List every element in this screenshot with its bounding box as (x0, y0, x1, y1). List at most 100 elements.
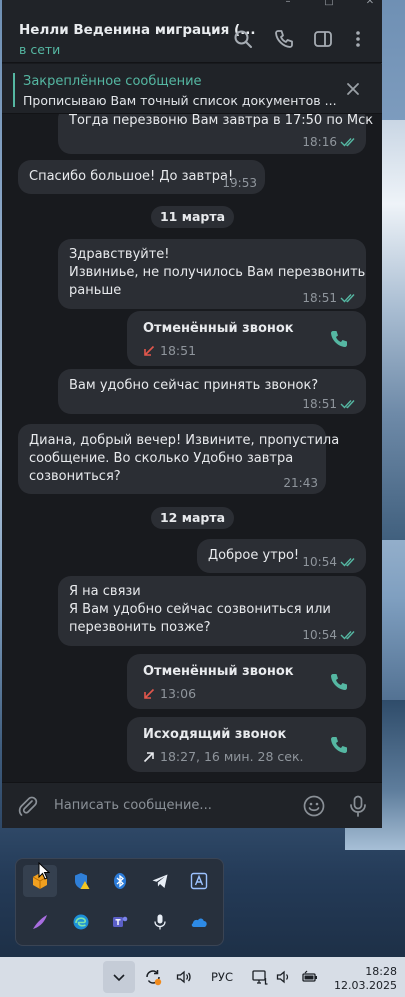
shield-warning-icon[interactable] (64, 865, 98, 897)
message-meta: 18:51 (302, 395, 358, 414)
message-bubble[interactable]: Доброе утро! 10:54 (197, 539, 366, 573)
more-icon[interactable] (347, 28, 369, 50)
speaker-icon[interactable] (272, 957, 296, 997)
outgoing-call-arrow-icon (143, 752, 154, 763)
message-meta: 18:51 (302, 289, 358, 308)
pinned-message[interactable]: Закреплённое сообщение Прописываю Вам то… (2, 64, 382, 114)
call-meta: 18:51 (143, 342, 196, 361)
minimize-icon[interactable]: – (282, 0, 294, 8)
phone-icon[interactable] (273, 28, 295, 50)
call-title: Отменённый звонок (143, 321, 294, 336)
taskbar: РУС 18:28 12.03.2025 (0, 957, 405, 997)
call-title: Исходящий звонок (143, 727, 287, 742)
sync-status-icon[interactable] (140, 957, 166, 997)
message-bubble[interactable]: Диана, добрый вечер! Извините, пропустил… (18, 424, 339, 494)
taskbar-clock[interactable]: 18:28 12.03.2025 (334, 965, 397, 993)
call-bubble[interactable]: Исходящий звонок 18:27, 16 мин. 28 сек. (127, 717, 366, 772)
date-separator: 12 марта (151, 507, 234, 529)
network-icon[interactable] (248, 957, 272, 997)
message-text: Спасибо большое! До завтра! (29, 169, 234, 184)
message-text: сообщение. Во сколько Удобно завтра (29, 451, 294, 466)
call-bubble[interactable]: Отменённый звонок 18:51 (127, 311, 366, 366)
call-title: Отменённый звонок (143, 664, 294, 679)
onedrive-icon[interactable] (182, 906, 216, 938)
message-time: 18:51 (302, 291, 337, 305)
message-input[interactable]: Написать сообщение... (54, 798, 212, 813)
chat-title[interactable]: Нелли Веденина миграция (... (19, 22, 256, 38)
volume-icon[interactable] (171, 957, 197, 997)
message-text: Извиниье, не получилось Вам перезвонить (69, 265, 366, 280)
chat-header: Нелли Веденина миграция (... в сети (2, 8, 382, 63)
sidebar-toggle-icon[interactable] (312, 28, 334, 50)
message-bubble[interactable]: Здравствуйте! Извиниье, не получилось Ва… (58, 239, 366, 309)
call-time: 13:06 (160, 686, 197, 701)
message-meta: 18:16 (302, 133, 358, 152)
telegram-icon[interactable] (143, 865, 177, 897)
online-status: в сети (19, 42, 61, 57)
message-time: 10:54 (302, 628, 337, 642)
input-language-indicator[interactable]: РУС (203, 957, 241, 997)
search-icon[interactable] (232, 28, 254, 50)
message-time: 18:16 (302, 135, 337, 149)
chevron-down-icon (113, 974, 125, 982)
mouse-cursor-icon (38, 862, 50, 880)
call-time: 18:27, 16 мин. 28 сек. (160, 749, 304, 764)
call-back-phone-icon[interactable] (328, 328, 350, 350)
message-time: 19:53 (222, 176, 257, 190)
read-ticks-icon (340, 138, 355, 147)
edge-icon[interactable] (64, 906, 98, 938)
feather-icon[interactable] (23, 906, 57, 938)
call-bubble[interactable]: Отменённый звонок 13:06 (127, 654, 366, 709)
message-meta: 10:54 (302, 626, 358, 645)
read-ticks-icon (340, 400, 355, 409)
message-meta: 10:54 (302, 553, 358, 572)
close-window-icon[interactable]: ✕ (364, 0, 376, 8)
call-meta: 18:27, 16 мин. 28 сек. (143, 748, 304, 767)
clock-date: 12.03.2025 (334, 979, 397, 992)
bluetooth-icon[interactable] (103, 865, 137, 897)
message-text: Я Вам удобно сейчас созвониться или (69, 602, 331, 617)
read-ticks-icon (340, 631, 355, 640)
message-text: Диана, добрый вечер! Извините, пропустил… (29, 433, 340, 448)
emoji-icon[interactable] (302, 794, 326, 818)
message-text: Доброе утро! (208, 548, 300, 563)
missed-call-arrow-icon (144, 346, 155, 357)
message-text: Вам удобно сейчас принять звонок? (69, 378, 319, 393)
pinned-text: Прописываю Вам точный список документов … (23, 93, 337, 108)
message-time: 21:43 (283, 476, 318, 490)
call-time: 18:51 (160, 343, 197, 358)
call-back-phone-icon[interactable] (328, 734, 350, 756)
maximize-icon[interactable]: □ (323, 0, 335, 8)
message-text: Тогда перезвоню Вам завтра в 17:50 по Мс… (69, 114, 374, 128)
message-time: 18:51 (302, 397, 337, 411)
telegram-window: – □ ✕ Нелли Веденина миграция (... в сет… (2, 0, 382, 828)
teams-icon[interactable] (103, 906, 137, 938)
text-app-icon[interactable] (182, 865, 216, 897)
message-text: раньше (69, 283, 122, 298)
microphone-icon[interactable] (143, 906, 177, 938)
pinned-accent-bar (13, 73, 15, 107)
message-meta: 21:43 (283, 474, 318, 493)
pinned-title: Закреплённое сообщение (23, 74, 202, 89)
message-meta: 19:53 (222, 174, 257, 193)
message-feed[interactable]: Тогда перезвоню Вам завтра в 17:50 по Мс… (2, 114, 382, 782)
message-text: Я на связи (69, 584, 141, 599)
attach-icon[interactable] (16, 794, 40, 818)
clock-time: 18:28 (365, 965, 397, 978)
message-bubble[interactable]: Вам удобно сейчас принять звонок? 18:51 (58, 369, 366, 414)
call-back-phone-icon[interactable] (328, 671, 350, 693)
message-bubble[interactable]: Спасибо большое! До завтра! 19:53 (18, 160, 265, 194)
show-hidden-icons-button[interactable] (103, 961, 135, 993)
close-icon[interactable] (345, 81, 361, 97)
message-text: перезвонить позже? (69, 620, 211, 635)
message-text: созвониться? (29, 469, 121, 484)
message-bubble[interactable]: Я на связи Я Вам удобно сейчас созвонить… (58, 576, 366, 646)
read-ticks-icon (340, 558, 355, 567)
message-time: 10:54 (302, 555, 337, 569)
microphone-icon[interactable] (346, 794, 370, 818)
message-bubble[interactable]: Тогда перезвоню Вам завтра в 17:50 по Мс… (58, 114, 373, 154)
read-ticks-icon (340, 294, 355, 303)
message-composer[interactable]: Написать сообщение... (2, 782, 382, 828)
call-meta: 13:06 (143, 685, 196, 704)
battery-icon[interactable] (297, 957, 323, 997)
